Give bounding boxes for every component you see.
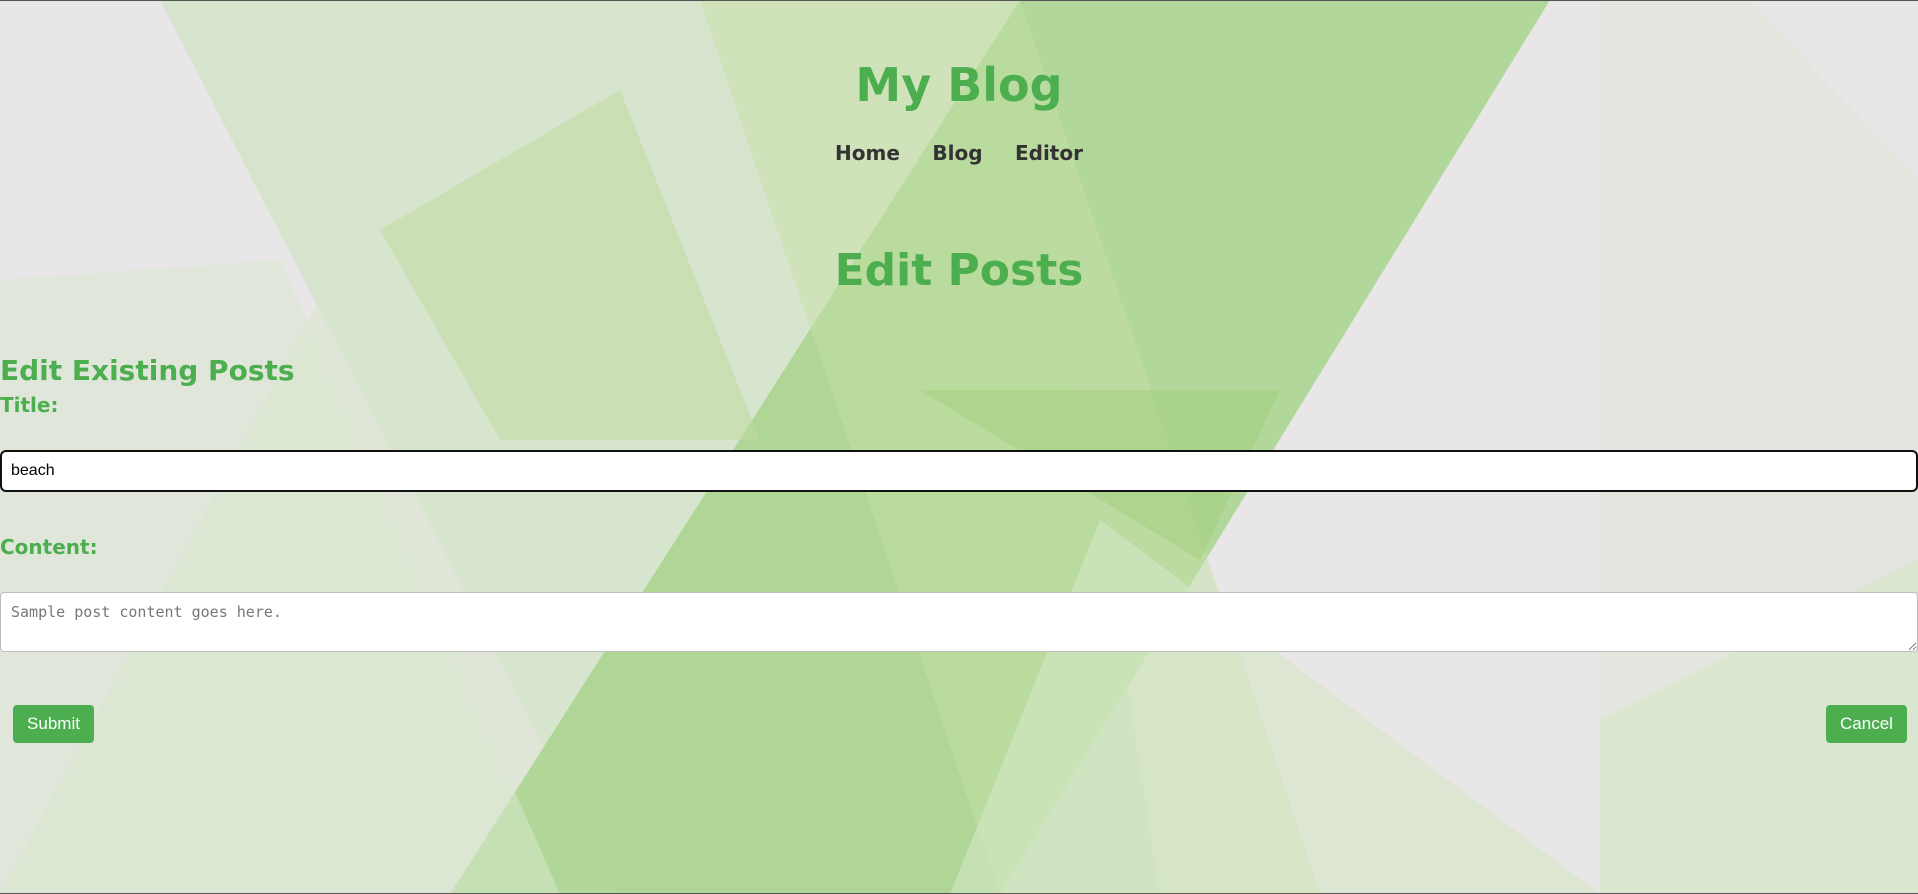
nav-link-home[interactable]: Home bbox=[835, 139, 900, 167]
content-textarea[interactable] bbox=[0, 592, 1918, 652]
nav-link-blog[interactable]: Blog bbox=[932, 139, 982, 167]
title-label: Title: bbox=[0, 393, 59, 417]
site-title: My Blog bbox=[855, 58, 1063, 112]
cancel-button[interactable]: Cancel bbox=[1826, 705, 1907, 743]
title-input[interactable] bbox=[0, 450, 1918, 492]
page-heading: Edit Posts bbox=[834, 245, 1084, 296]
content-label: Content: bbox=[0, 535, 98, 559]
section-heading: Edit Existing Posts bbox=[0, 354, 295, 387]
page: My Blog Home Blog Editor Edit Posts Edit… bbox=[0, 0, 1918, 894]
nav-link-editor[interactable]: Editor bbox=[1015, 139, 1083, 167]
submit-button[interactable]: Submit bbox=[13, 705, 94, 743]
main-nav: Home Blog Editor bbox=[0, 139, 1918, 167]
